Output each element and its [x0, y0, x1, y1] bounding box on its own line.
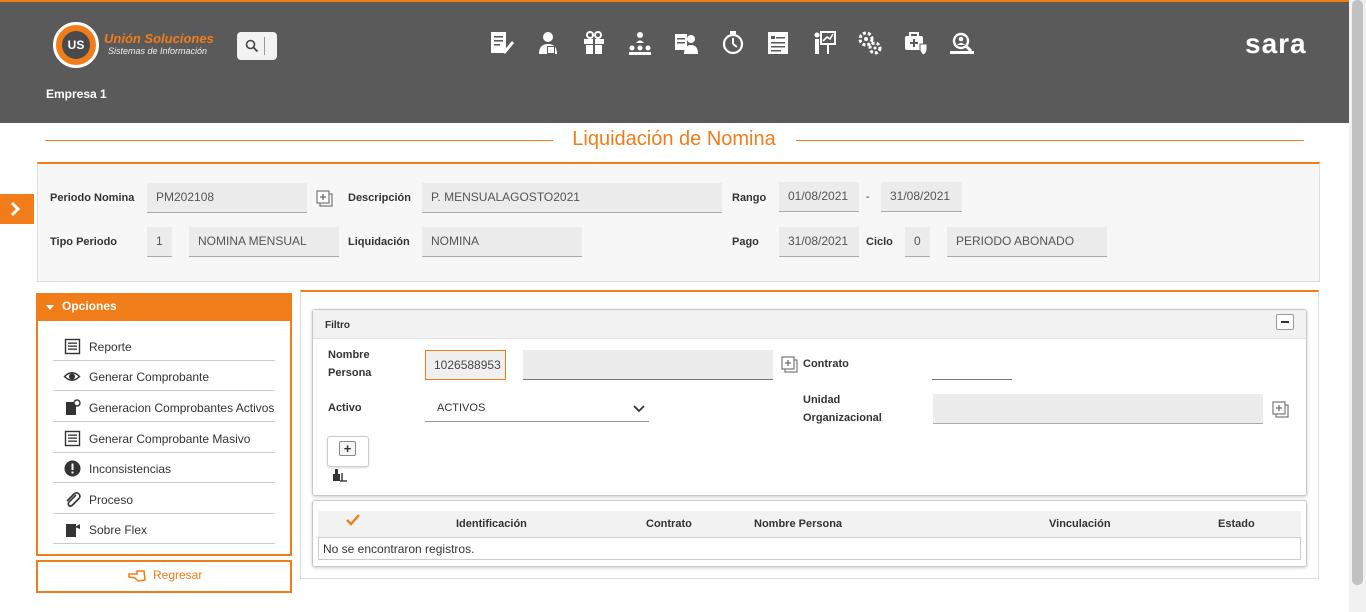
- brand-logo: sara: [1245, 28, 1307, 59]
- option-label: Generar Comprobante: [89, 370, 210, 384]
- contrato-input[interactable]: [932, 379, 1012, 380]
- liquidacion-label: Liquidación: [348, 236, 410, 248]
- column-vinculacion[interactable]: Vinculación: [1049, 518, 1111, 530]
- unidad-organizacional-label: Unidad Organizacional: [803, 394, 882, 424]
- lookup-icon[interactable]: [1272, 401, 1289, 418]
- nombre-persona-detail-field[interactable]: [523, 350, 773, 380]
- unidad-organizacional-field[interactable]: [933, 394, 1263, 424]
- column-estado[interactable]: Estado: [1218, 518, 1255, 530]
- presentation-icon[interactable]: [811, 30, 837, 56]
- document-edit-icon[interactable]: [489, 30, 515, 56]
- filter-title: Filtro: [325, 320, 350, 331]
- option-label: Reporte: [89, 340, 132, 354]
- option-generar-comprobante[interactable]: Generar Comprobante: [53, 361, 275, 391]
- scrollbar-thumb[interactable]: [1352, 0, 1363, 585]
- rango-end-field[interactable]: 31/08/2021: [881, 182, 962, 212]
- search-separator: [264, 37, 265, 55]
- document-hand-icon: [66, 524, 80, 537]
- caret-down-icon: [46, 305, 54, 310]
- gears-icon[interactable]: [857, 30, 883, 56]
- descripcion-field[interactable]: P. MENSUALAGOSTO2021: [422, 183, 722, 213]
- title-rule-left: [45, 140, 553, 141]
- plus-icon: +: [339, 441, 356, 456]
- activo-selected-value: ACTIVOS: [437, 402, 486, 414]
- option-proceso[interactable]: Proceso: [53, 484, 275, 514]
- search-icon: [245, 39, 259, 53]
- form-list-icon[interactable]: [765, 30, 791, 56]
- tipo-periodo-field[interactable]: NOMINA MENSUAL: [189, 227, 339, 257]
- page-title: Liquidación de Nomina: [572, 128, 776, 150]
- empty-message: No se encontraron registros.: [318, 537, 1301, 560]
- pago-field[interactable]: 31/08/2021: [779, 227, 859, 257]
- report-icon: [64, 338, 81, 355]
- tipo-periodo-label: Tipo Periodo: [50, 236, 118, 248]
- options-title: Opciones: [62, 299, 117, 313]
- top-bar: [0, 0, 1349, 123]
- org-chart-icon[interactable]: [627, 30, 653, 56]
- company-name: Empresa 1: [46, 87, 107, 101]
- periodo-field[interactable]: PM202108: [147, 183, 307, 213]
- option-label: Sobre Flex: [89, 523, 148, 537]
- ciclo-field[interactable]: PERIODO ABONADO: [947, 227, 1107, 257]
- option-generacion-comprobantes-activos[interactable]: Generacion Comprobantes Activos: [53, 392, 275, 422]
- clear-filter-icon[interactable]: [332, 468, 348, 483]
- employee-card-icon[interactable]: [673, 30, 699, 56]
- activo-label: Activo: [328, 402, 362, 414]
- pago-label: Pago: [732, 236, 759, 248]
- option-sobre-flex[interactable]: Sobre Flex: [53, 514, 275, 544]
- option-label: Proceso: [89, 493, 134, 507]
- paperclip-icon: [66, 492, 81, 507]
- filter-header: [313, 310, 1306, 339]
- lookup-icon[interactable]: [781, 356, 798, 373]
- nombre-persona-label: Nombre Persona: [328, 349, 372, 379]
- collapse-filter-button[interactable]: [1276, 314, 1294, 330]
- rango-separator: -: [866, 191, 870, 203]
- user-doc-icon[interactable]: [535, 30, 561, 56]
- title-rule-right: [796, 140, 1304, 141]
- period-panel: [37, 162, 1320, 282]
- option-inconsistencias[interactable]: Inconsistencias: [53, 453, 275, 483]
- option-generar-comprobante-masivo[interactable]: Generar Comprobante Masivo: [53, 423, 275, 453]
- option-label: Generacion Comprobantes Activos: [89, 401, 275, 415]
- tipo-periodo-code-field[interactable]: 1: [147, 227, 172, 257]
- column-identificacion[interactable]: Identificación: [456, 518, 527, 530]
- rango-start-field[interactable]: 01/08/2021: [779, 182, 859, 212]
- side-menu-toggle[interactable]: [0, 194, 34, 224]
- checkmark-icon[interactable]: [346, 514, 360, 526]
- descripcion-label: Descripción: [348, 192, 411, 204]
- rango-label: Rango: [732, 192, 767, 204]
- eye-icon: [63, 372, 81, 381]
- column-nombre-persona[interactable]: Nombre Persona: [754, 518, 842, 530]
- option-reporte[interactable]: Reporte: [53, 331, 275, 361]
- people-search-icon[interactable]: [949, 30, 975, 56]
- chevron-right-icon: [10, 201, 21, 217]
- report-list-icon: [64, 430, 81, 447]
- back-button-label: Regresar: [153, 568, 203, 582]
- nombre-persona-input[interactable]: 1026588953: [425, 350, 506, 380]
- exclamation-circle-icon: [64, 460, 81, 477]
- medical-bag-icon[interactable]: [903, 30, 929, 56]
- lookup-icon[interactable]: [316, 190, 333, 207]
- option-label: Inconsistencias: [89, 462, 172, 476]
- gift-icon[interactable]: [581, 30, 607, 56]
- search-button[interactable]: [237, 32, 277, 60]
- liquidacion-field[interactable]: NOMINA: [422, 227, 582, 257]
- document-gear-icon: [66, 399, 81, 415]
- ciclo-code-field[interactable]: 0: [905, 227, 930, 257]
- chevron-down-icon: [633, 405, 645, 413]
- timer-icon[interactable]: [719, 30, 745, 56]
- hand-pointing-left-icon: [128, 570, 146, 582]
- activo-select[interactable]: ACTIVOS: [425, 396, 649, 422]
- option-label: Generar Comprobante Masivo: [89, 432, 251, 446]
- ciclo-label: Ciclo: [866, 236, 893, 248]
- logo-initials: US: [62, 31, 90, 59]
- logo-subtitle: Sistemas de Información: [108, 46, 208, 56]
- logo-name: Unión Soluciones: [104, 31, 214, 46]
- periodo-label: Periodo Nomina: [50, 192, 135, 204]
- contrato-label: Contrato: [803, 358, 849, 370]
- column-contrato[interactable]: Contrato: [646, 518, 692, 530]
